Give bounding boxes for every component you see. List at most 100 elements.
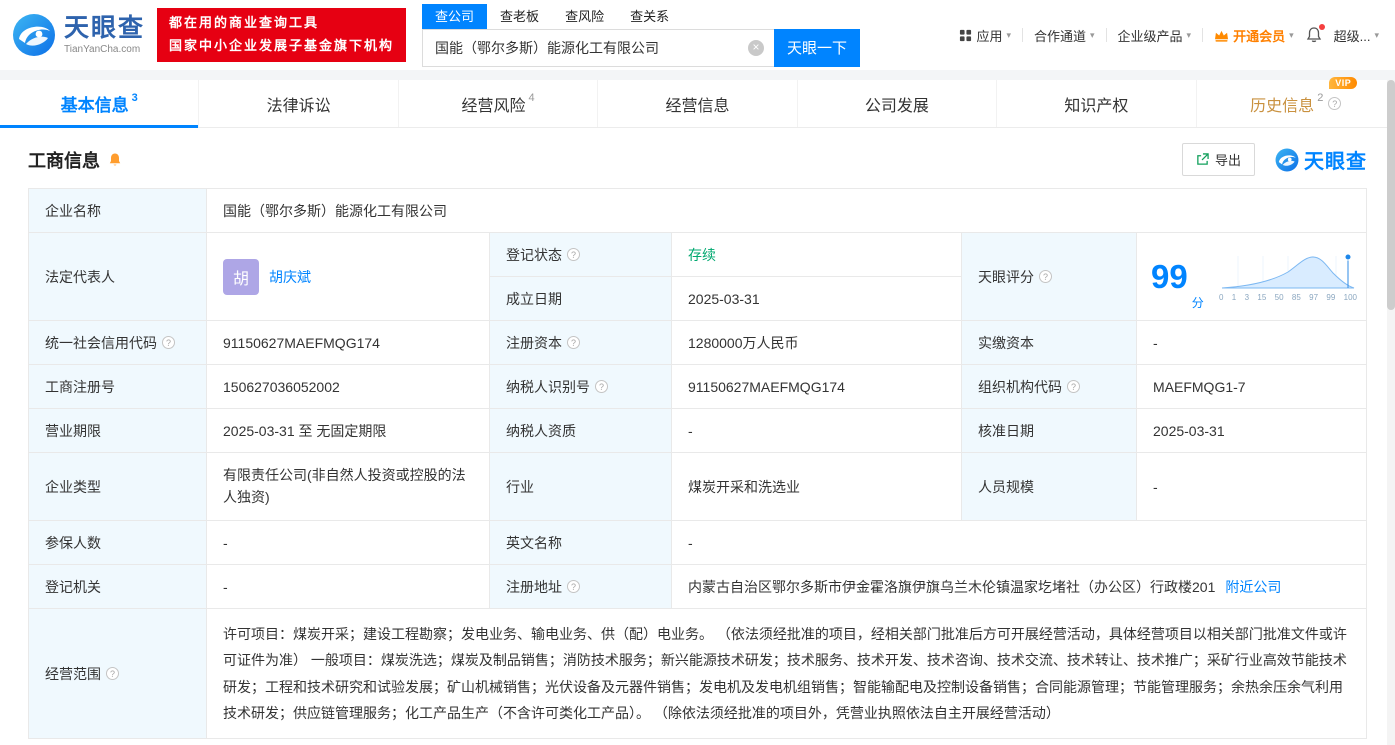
search-area: 查公司 查老板 查风险 查关系 × 天眼一下	[422, 3, 861, 67]
tab-intellectual-property[interactable]: 知识产权	[996, 80, 1195, 127]
tab-business-risk[interactable]: 经营风险 4	[397, 80, 597, 127]
legal-rep-avatar[interactable]: 胡	[223, 258, 259, 295]
taxpayer-quality-value: -	[672, 409, 962, 453]
search-input[interactable]	[422, 28, 775, 67]
section-title: 工商信息	[28, 150, 100, 171]
tab-basic-info-label: 基本信息	[60, 96, 129, 115]
tick: 0	[1219, 292, 1224, 302]
chevron-down-icon: ▾	[1374, 29, 1379, 40]
taxpayer-id-label-text: 纳税人识别号	[506, 378, 590, 395]
tab-company-development-label: 公司发展	[864, 97, 929, 115]
tianyancha-watermark: 天眼查	[1275, 145, 1367, 174]
search-tab-relation[interactable]: 查关系	[617, 4, 682, 29]
tab-history-info[interactable]: 历史信息 2 ? VIP	[1195, 76, 1395, 127]
search-tab-company[interactable]: 查公司	[422, 3, 488, 29]
org-code-value: MAEFMQG1-7	[1137, 365, 1367, 409]
nav-divider	[1202, 28, 1204, 42]
staff-size-label: 人员规模	[962, 453, 1137, 521]
english-name-value: -	[672, 521, 1367, 565]
tianyancha-logo[interactable]: 天眼查 TianYanCha.com	[12, 13, 145, 57]
tick: 3	[1244, 292, 1250, 302]
nearby-companies-link[interactable]: 附近公司	[1225, 577, 1281, 597]
score-label: 天眼评分 ?	[962, 233, 1137, 321]
taxpayer-quality-label: 纳税人资质	[490, 409, 672, 453]
business-scope-label: 经营范围 ?	[29, 609, 207, 740]
reg-status-label: 登记状态 ?	[490, 233, 672, 277]
tab-business-info-label: 经营信息	[665, 97, 730, 115]
tab-business-info[interactable]: 经营信息	[597, 80, 796, 127]
nav-divider	[1105, 28, 1107, 42]
nav-enterprise-label: 企业级产品	[1117, 28, 1183, 44]
tab-basic-info[interactable]: 基本信息 3	[0, 80, 199, 128]
tick: 100	[1343, 292, 1357, 302]
help-icon[interactable]: ?	[567, 248, 580, 261]
approval-date-label: 核准日期	[962, 409, 1137, 453]
tab-intellectual-property-label: 知识产权	[1064, 97, 1129, 115]
nav-account[interactable]: 超级... ▾	[1334, 26, 1379, 45]
export-label: 导出	[1214, 153, 1241, 168]
approval-date-value: 2025-03-31	[1137, 409, 1367, 453]
reg-capital-label-text: 注册资本	[506, 334, 562, 351]
establish-date-value: 2025-03-31	[672, 277, 962, 321]
nav-open-vip-label: 开通会员	[1233, 28, 1286, 44]
reg-address-label: 注册地址 ?	[490, 565, 672, 609]
help-icon[interactable]: ?	[1067, 380, 1080, 393]
scrollbar[interactable]	[1387, 80, 1395, 745]
search-button[interactable]: 天眼一下	[774, 28, 861, 67]
reg-status-value: 存续	[672, 233, 962, 277]
reg-status-label-text: 登记状态	[506, 246, 562, 263]
help-icon[interactable]: ?	[106, 667, 119, 681]
promo-line2: 国家中小企业发展子基金旗下机构	[169, 38, 395, 53]
search-tab-risk[interactable]: 查风险	[552, 4, 617, 29]
establish-date-label: 成立日期	[490, 277, 672, 321]
promo-banner: 都在用的商业查询工具 国家中小企业发展子基金旗下机构	[157, 8, 407, 62]
tianyancha-watermark-icon	[1275, 148, 1299, 171]
business-scope-label-text: 经营范围	[45, 665, 101, 682]
paid-capital-label: 实缴资本	[962, 321, 1137, 365]
insured-count-value: -	[207, 521, 490, 565]
score-axis-ticks: 0 1 3 15 50 85 97 99 100	[1218, 293, 1358, 302]
tab-company-development[interactable]: 公司发展	[796, 80, 996, 127]
help-icon[interactable]: ?	[1039, 270, 1052, 283]
reg-address-text: 内蒙古自治区鄂尔多斯市伊金霍洛旗伊旗乌兰木伦镇温家圪堵社（办公区）行政楼201	[688, 578, 1216, 595]
reg-capital-label: 注册资本 ?	[490, 321, 672, 365]
section-title-row: 工商信息	[28, 147, 123, 173]
score-number: 99	[1151, 258, 1188, 295]
top-nav: 应用 ▾ 合作通道 ▾ 企业级产品 ▾ 开通会员 ▾ 超级... ▾	[959, 24, 1383, 45]
business-term-value: 2025-03-31 至 无固定期限	[207, 409, 490, 453]
legal-rep-name-link[interactable]: 胡庆斌	[269, 267, 311, 287]
alert-bell-icon[interactable]	[107, 152, 123, 168]
nav-open-vip[interactable]: 开通会员 ▾	[1214, 26, 1294, 45]
export-icon	[1197, 153, 1209, 165]
logo-text: 天眼查 TianYanCha.com	[64, 13, 146, 55]
industry-label: 行业	[490, 453, 672, 521]
tick: 50	[1274, 292, 1284, 302]
logo-title: 天眼查	[64, 13, 146, 42]
reg-authority-label: 登记机关	[29, 565, 207, 609]
nav-enterprise[interactable]: 企业级产品 ▾	[1118, 26, 1192, 45]
score-distribution-chart: 0 1 3 15 50 85 97 99 100	[1218, 252, 1358, 302]
nav-apps[interactable]: 应用 ▾	[959, 26, 1011, 45]
help-icon[interactable]: ?	[162, 336, 175, 349]
promo-line1: 都在用的商业查询工具	[169, 15, 320, 31]
nav-divider	[1021, 28, 1023, 42]
search-tab-boss[interactable]: 查老板	[487, 4, 552, 29]
nav-partner[interactable]: 合作通道 ▾	[1034, 26, 1095, 45]
tab-legal-proceedings[interactable]: 法律诉讼	[198, 80, 397, 127]
help-icon[interactable]: ?	[567, 336, 580, 349]
paid-capital-value: -	[1137, 321, 1367, 365]
logo-domain: TianYanCha.com	[64, 43, 141, 55]
tab-business-risk-count: 4	[528, 91, 535, 104]
clear-search-icon[interactable]: ×	[748, 39, 765, 56]
help-icon[interactable]: ?	[1328, 97, 1342, 110]
tab-legal-proceedings-label: 法律诉讼	[266, 97, 331, 115]
scrollbar-thumb[interactable]	[1387, 80, 1395, 310]
export-button[interactable]: 导出	[1181, 143, 1255, 176]
help-icon[interactable]: ?	[595, 380, 608, 393]
score-label-text: 天眼评分	[978, 268, 1034, 285]
business-scope-value: 许可项目：煤炭开采；建设工程勘察；发电业务、输电业务、供（配）电业务。 （依法须…	[207, 609, 1367, 740]
reg-number-value: 150627036052002	[207, 365, 490, 409]
notification-bell[interactable]	[1305, 24, 1325, 44]
help-icon[interactable]: ?	[567, 580, 580, 593]
credit-code-value: 91150627MAEFMQG174	[207, 321, 490, 365]
